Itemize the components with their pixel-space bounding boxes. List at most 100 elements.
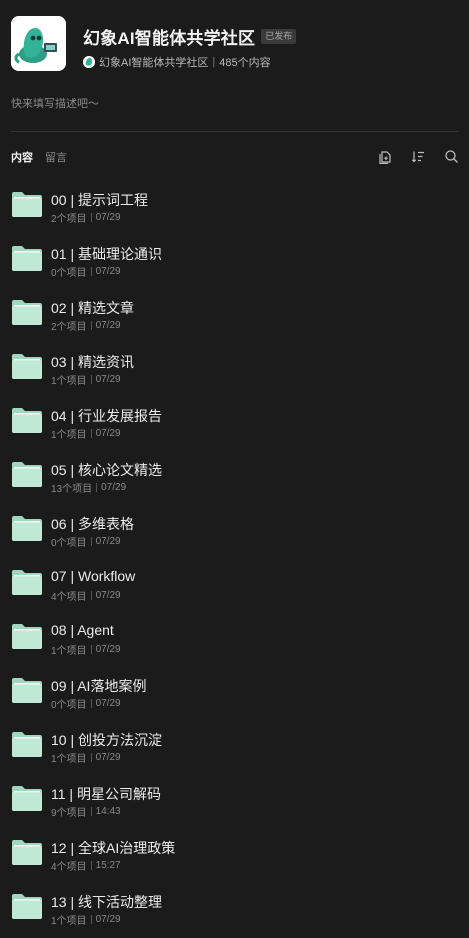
item-title: 10 | 创投方法沉淀: [51, 732, 162, 748]
owner-name[interactable]: 幻象AI智能体共学社区: [99, 54, 208, 70]
folder-icon: [11, 730, 43, 758]
item-date: 07/29: [101, 482, 127, 493]
folder-icon-graphic: [12, 462, 42, 487]
item-meta: 0个项目 07/29: [51, 264, 121, 279]
item-count: 1个项目: [51, 376, 87, 387]
tab-content[interactable]: 内容: [11, 149, 33, 165]
folder-icon: [11, 892, 43, 920]
owner-avatar[interactable]: [83, 56, 95, 68]
tab-bar: 内容 留言: [11, 149, 79, 165]
meta-separator: [90, 375, 92, 384]
item-count: 1个项目: [51, 430, 87, 441]
item-meta: 1个项目 07/29: [51, 372, 121, 387]
list-item[interactable]: 06 | 多维表格 0个项目 07/29: [11, 508, 461, 562]
folder-icon: [11, 514, 43, 542]
item-date: 07/29: [95, 266, 121, 277]
item-date: 07/29: [95, 212, 121, 223]
item-title: 13 | 线下活动整理: [51, 894, 162, 910]
item-meta: 2个项目 07/29: [51, 210, 121, 225]
tab-comments[interactable]: 留言: [45, 149, 67, 165]
item-meta: 13个项目 07/29: [51, 480, 126, 495]
list-item[interactable]: 04 | 行业发展报告 1个项目 07/29: [11, 400, 461, 454]
item-date: 07/29: [95, 644, 121, 655]
folder-icon: [11, 460, 43, 488]
folder-icon-graphic: [12, 570, 42, 595]
item-count: 4个项目: [51, 862, 87, 873]
meta-separator: [90, 537, 92, 546]
list-item[interactable]: 01 | 基础理论通识 0个项目 07/29: [11, 238, 461, 292]
item-count: 0个项目: [51, 538, 87, 549]
folder-icon: [11, 622, 43, 650]
folder-icon: [11, 244, 43, 272]
add-icon[interactable]: [378, 149, 393, 165]
folder-icon-graphic: [12, 408, 42, 433]
item-title: 12 | 全球AI治理政策: [51, 840, 176, 856]
description-placeholder[interactable]: 快来填写描述吧～: [11, 95, 99, 111]
list-item[interactable]: 00 | 提示词工程 2个项目 07/29: [11, 184, 461, 238]
folder-icon: [11, 784, 43, 812]
list-item[interactable]: 03 | 精选资讯 1个项目 07/29: [11, 346, 461, 400]
item-title: 08 | Agent: [51, 622, 114, 638]
item-date: 14:43: [95, 806, 121, 817]
item-title: 09 | AI落地案例: [51, 678, 147, 694]
item-title: 04 | 行业发展报告: [51, 408, 162, 424]
meta-separator: [90, 591, 92, 600]
folder-icon: [11, 568, 43, 596]
list-item[interactable]: 09 | AI落地案例 0个项目 07/29: [11, 670, 461, 724]
item-count: 2个项目: [51, 322, 87, 333]
sort-icon[interactable]: [411, 149, 426, 164]
meta-separator: [90, 321, 92, 330]
search-icon[interactable]: [444, 149, 459, 164]
item-count: 2个项目: [51, 214, 87, 225]
content-count: 485个内容: [219, 57, 271, 69]
item-count: 4个项目: [51, 592, 87, 603]
folder-icon-graphic: [12, 516, 42, 541]
item-date: 07/29: [95, 374, 121, 385]
item-meta: 0个项目 07/29: [51, 696, 121, 711]
item-count: 13个项目: [51, 484, 93, 495]
folder-icon-graphic: [12, 354, 42, 379]
list-item[interactable]: 12 | 全球AI治理政策 4个项目 15:27: [11, 832, 461, 886]
knowledge-base-page: 幻象AI智能体共学社区 已发布 幻象AI智能体共学社区 | 485个内容 快来填…: [0, 0, 469, 938]
item-date: 07/29: [95, 590, 121, 601]
list-item[interactable]: 05 | 核心论文精选 13个项目 07/29: [11, 454, 461, 508]
item-date: 07/29: [95, 320, 121, 331]
meta-separator: [90, 645, 92, 654]
item-title: 01 | 基础理论通识: [51, 246, 162, 262]
folder-icon: [11, 352, 43, 380]
folder-icon-graphic: [12, 678, 42, 703]
meta-separator: [96, 483, 98, 492]
list-item[interactable]: 11 | 明星公司解码 9个项目 14:43: [11, 778, 461, 832]
community-logo: [11, 16, 66, 71]
folder-icon: [11, 190, 43, 218]
list-item[interactable]: 07 | Workflow 4个项目 07/29: [11, 562, 461, 616]
item-meta: 1个项目 07/29: [51, 750, 121, 765]
meta-separator: [90, 915, 92, 924]
item-title: 05 | 核心论文精选: [51, 462, 162, 478]
meta-separator: [90, 213, 92, 222]
meta-separator: [90, 267, 92, 276]
header: 幻象AI智能体共学社区 已发布 幻象AI智能体共学社区 | 485个内容: [11, 16, 461, 72]
item-meta: 1个项目 07/29: [51, 912, 121, 927]
item-count: 0个项目: [51, 700, 87, 711]
list-item[interactable]: 08 | Agent 1个项目 07/29: [11, 616, 461, 670]
item-meta: 4个项目 07/29: [51, 588, 121, 603]
folder-icon: [11, 838, 43, 866]
item-count: 9个项目: [51, 808, 87, 819]
list-item[interactable]: 10 | 创投方法沉淀 1个项目 07/29: [11, 724, 461, 778]
folder-icon-graphic: [12, 732, 42, 757]
list-item[interactable]: 13 | 线下活动整理 1个项目 07/29: [11, 886, 461, 938]
meta-separator: [90, 699, 92, 708]
item-meta: 0个项目 07/29: [51, 534, 121, 549]
item-title: 02 | 精选文章: [51, 300, 134, 316]
list-item[interactable]: 02 | 精选文章 2个项目 07/29: [11, 292, 461, 346]
meta-separator: [90, 753, 92, 762]
item-date: 07/29: [95, 752, 121, 763]
divider: [11, 131, 459, 132]
folder-icon-graphic: [12, 192, 42, 217]
meta-separator: [90, 807, 92, 816]
folder-icon: [11, 406, 43, 434]
folder-list: 00 | 提示词工程 2个项目 07/29 01 | 基础理论通识 0个项目 07/29 0…: [11, 184, 461, 938]
folder-icon-graphic: [12, 246, 42, 271]
item-title: 06 | 多维表格: [51, 516, 134, 532]
